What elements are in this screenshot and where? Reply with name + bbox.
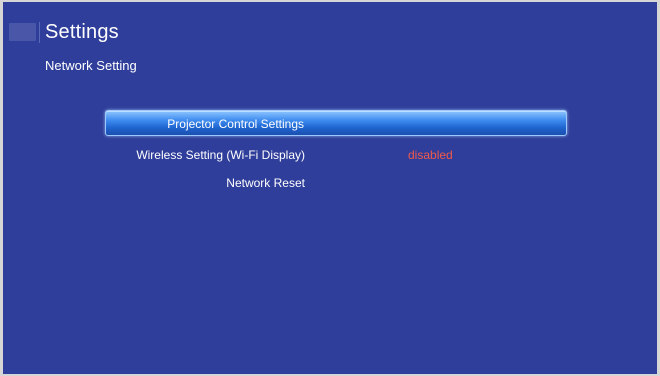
settings-screen: Settings Network Setting Projector Contr… [3,2,657,374]
menu-item-network-reset[interactable]: Network Reset [105,171,567,195]
menu-item-projector-control-settings[interactable]: Projector Control Settings [105,110,567,136]
menu-item-label: Wireless Setting (Wi-Fi Display) [136,148,305,162]
settings-app-icon [9,23,36,41]
section-title: Network Setting [45,58,137,73]
menu-item-value: disabled [408,148,453,162]
menu-item-label: Network Reset [226,176,305,190]
title-divider [39,22,40,43]
menu-item-wireless-setting[interactable]: Wireless Setting (Wi-Fi Display) disable… [105,143,567,167]
menu-item-label: Projector Control Settings [167,117,304,131]
page-title: Settings [45,21,119,43]
